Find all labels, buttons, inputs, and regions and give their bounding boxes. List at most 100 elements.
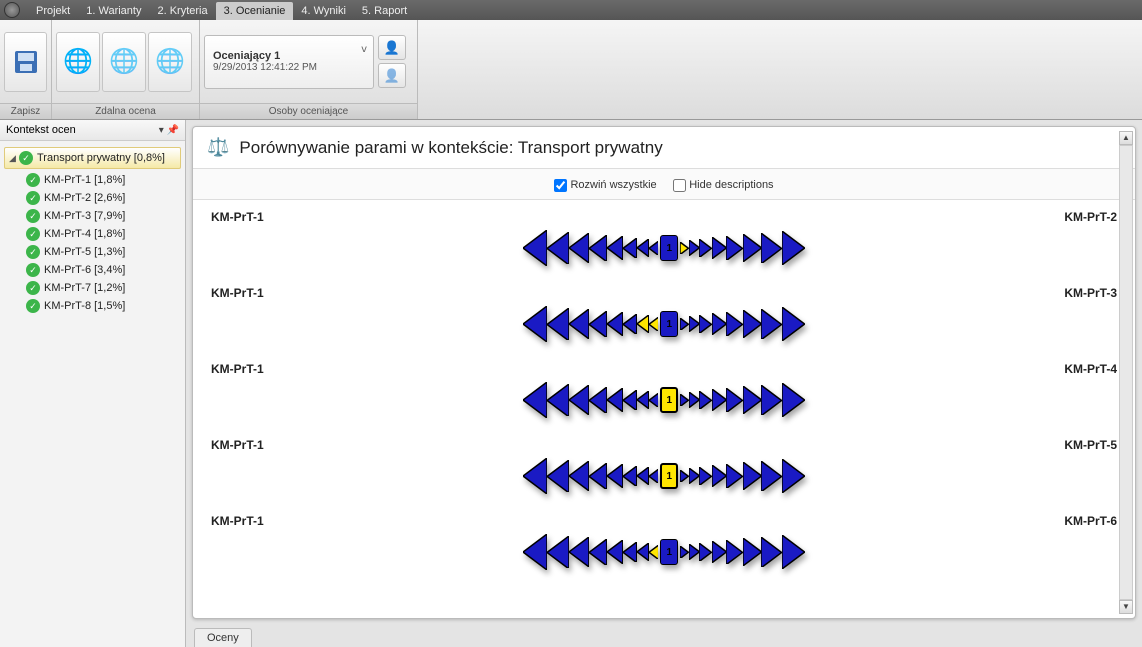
preference-arrow[interactable] xyxy=(589,235,607,262)
preference-arrow[interactable] xyxy=(569,537,589,567)
remove-evaluator-button[interactable]: 👤 xyxy=(378,63,406,88)
preference-arrow[interactable] xyxy=(743,386,762,414)
preference-arrow[interactable] xyxy=(637,239,649,257)
preference-arrow[interactable] xyxy=(712,313,727,335)
menu-item[interactable]: 5. Raport xyxy=(354,2,415,20)
preference-arrow[interactable] xyxy=(680,394,688,407)
menu-item[interactable]: 3. Ocenianie xyxy=(216,2,294,20)
preference-arrow[interactable] xyxy=(726,464,743,489)
tree-item[interactable]: ✓KM-PrT-6 [3,4%] xyxy=(4,261,181,279)
scroll-down-icon[interactable]: ▼ xyxy=(1119,600,1133,614)
preference-arrow[interactable] xyxy=(699,315,711,334)
tree-item[interactable]: ✓KM-PrT-5 [1,3%] xyxy=(4,243,181,261)
menu-item[interactable]: 4. Wyniki xyxy=(293,2,354,20)
tab-oceny[interactable]: Oceny xyxy=(194,628,252,647)
preference-arrow[interactable] xyxy=(726,236,743,261)
hide-descriptions-checkbox[interactable]: Hide descriptions xyxy=(673,179,773,191)
preference-arrow[interactable] xyxy=(637,315,649,333)
remote-button-3[interactable]: 🌐 xyxy=(148,32,192,92)
preference-arrow[interactable] xyxy=(569,309,589,339)
preference-arrow[interactable] xyxy=(607,540,623,564)
preference-arrow[interactable] xyxy=(547,384,569,417)
dropdown-icon[interactable]: ▾ 📌 xyxy=(159,125,179,136)
remote-button-1[interactable]: 🌐 xyxy=(56,32,100,92)
preference-arrow[interactable] xyxy=(589,463,607,490)
preference-arrow[interactable] xyxy=(680,318,688,331)
preference-arrow[interactable] xyxy=(689,316,699,332)
preference-arrow[interactable] xyxy=(680,546,688,559)
preference-arrow[interactable] xyxy=(623,390,637,411)
preference-arrow[interactable] xyxy=(680,470,688,483)
preference-arrow[interactable] xyxy=(743,462,762,490)
preference-arrow[interactable] xyxy=(726,388,743,413)
preference-arrow[interactable] xyxy=(689,544,699,560)
preference-arrow[interactable] xyxy=(589,539,607,566)
preference-arrow[interactable] xyxy=(623,238,637,259)
preference-arrow[interactable] xyxy=(782,231,805,265)
preference-arrow[interactable] xyxy=(607,388,623,412)
save-button[interactable] xyxy=(4,32,47,92)
preference-arrow[interactable] xyxy=(726,540,743,565)
menu-item[interactable]: Projekt xyxy=(28,2,78,20)
preference-arrow[interactable] xyxy=(699,467,711,486)
menu-item[interactable]: 1. Warianty xyxy=(78,2,149,20)
tree-item[interactable]: ✓KM-PrT-8 [1,5%] xyxy=(4,297,181,315)
preference-arrow[interactable] xyxy=(623,542,637,563)
tree-item[interactable]: ✓KM-PrT-4 [1,8%] xyxy=(4,225,181,243)
preference-arrow[interactable] xyxy=(712,465,727,487)
preference-arrow[interactable] xyxy=(523,230,547,266)
preference-arrow[interactable] xyxy=(649,317,659,332)
preference-arrow[interactable] xyxy=(689,468,699,484)
equal-button[interactable]: 1 xyxy=(660,387,678,413)
preference-arrow[interactable] xyxy=(649,241,659,256)
preference-arrow[interactable] xyxy=(649,469,659,484)
preference-arrow[interactable] xyxy=(680,242,688,255)
preference-arrow[interactable] xyxy=(547,536,569,569)
preference-arrow[interactable] xyxy=(761,385,782,416)
preference-arrow[interactable] xyxy=(743,234,762,262)
preference-arrow[interactable] xyxy=(523,382,547,418)
preference-arrow[interactable] xyxy=(726,312,743,337)
preference-arrow[interactable] xyxy=(761,461,782,492)
preference-arrow[interactable] xyxy=(712,541,727,563)
equal-button[interactable]: 1 xyxy=(660,235,678,261)
preference-arrow[interactable] xyxy=(743,538,762,566)
preference-arrow[interactable] xyxy=(699,543,711,562)
preference-arrow[interactable] xyxy=(569,385,589,415)
equal-button[interactable]: 1 xyxy=(660,311,678,337)
collapse-icon[interactable]: ◢ xyxy=(9,153,19,164)
preference-arrow[interactable] xyxy=(782,307,805,341)
preference-arrow[interactable] xyxy=(782,535,805,569)
preference-arrow[interactable] xyxy=(699,239,711,258)
preference-arrow[interactable] xyxy=(761,537,782,568)
add-evaluator-button[interactable]: 👤 xyxy=(378,35,406,60)
preference-arrow[interactable] xyxy=(547,460,569,493)
tree-item[interactable]: ✓KM-PrT-1 [1,8%] xyxy=(4,171,181,189)
preference-arrow[interactable] xyxy=(637,391,649,409)
vertical-scrollbar[interactable]: ▲ ▼ xyxy=(1119,131,1133,614)
preference-arrow[interactable] xyxy=(649,393,659,408)
preference-arrow[interactable] xyxy=(712,389,727,411)
equal-button[interactable]: 1 xyxy=(660,539,678,565)
preference-arrow[interactable] xyxy=(712,237,727,259)
preference-arrow[interactable] xyxy=(782,383,805,417)
preference-arrow[interactable] xyxy=(523,534,547,570)
preference-arrow[interactable] xyxy=(589,311,607,338)
preference-arrow[interactable] xyxy=(699,391,711,410)
preference-arrow[interactable] xyxy=(637,543,649,561)
preference-arrow[interactable] xyxy=(743,310,762,338)
tree-root[interactable]: ◢ ✓ Transport prywatny [0,8%] xyxy=(4,147,181,169)
expand-all-checkbox[interactable]: Rozwiń wszystkie xyxy=(554,179,656,191)
equal-button[interactable]: 1 xyxy=(660,463,678,489)
preference-arrow[interactable] xyxy=(623,314,637,335)
preference-arrow[interactable] xyxy=(761,309,782,340)
scroll-track[interactable] xyxy=(1119,145,1133,600)
preference-arrow[interactable] xyxy=(637,467,649,485)
tree-item[interactable]: ✓KM-PrT-7 [1,2%] xyxy=(4,279,181,297)
preference-arrow[interactable] xyxy=(607,464,623,488)
tree-item[interactable]: ✓KM-PrT-2 [2,6%] xyxy=(4,189,181,207)
preference-arrow[interactable] xyxy=(547,232,569,265)
preference-arrow[interactable] xyxy=(569,233,589,263)
preference-arrow[interactable] xyxy=(547,308,569,341)
preference-arrow[interactable] xyxy=(523,306,547,342)
